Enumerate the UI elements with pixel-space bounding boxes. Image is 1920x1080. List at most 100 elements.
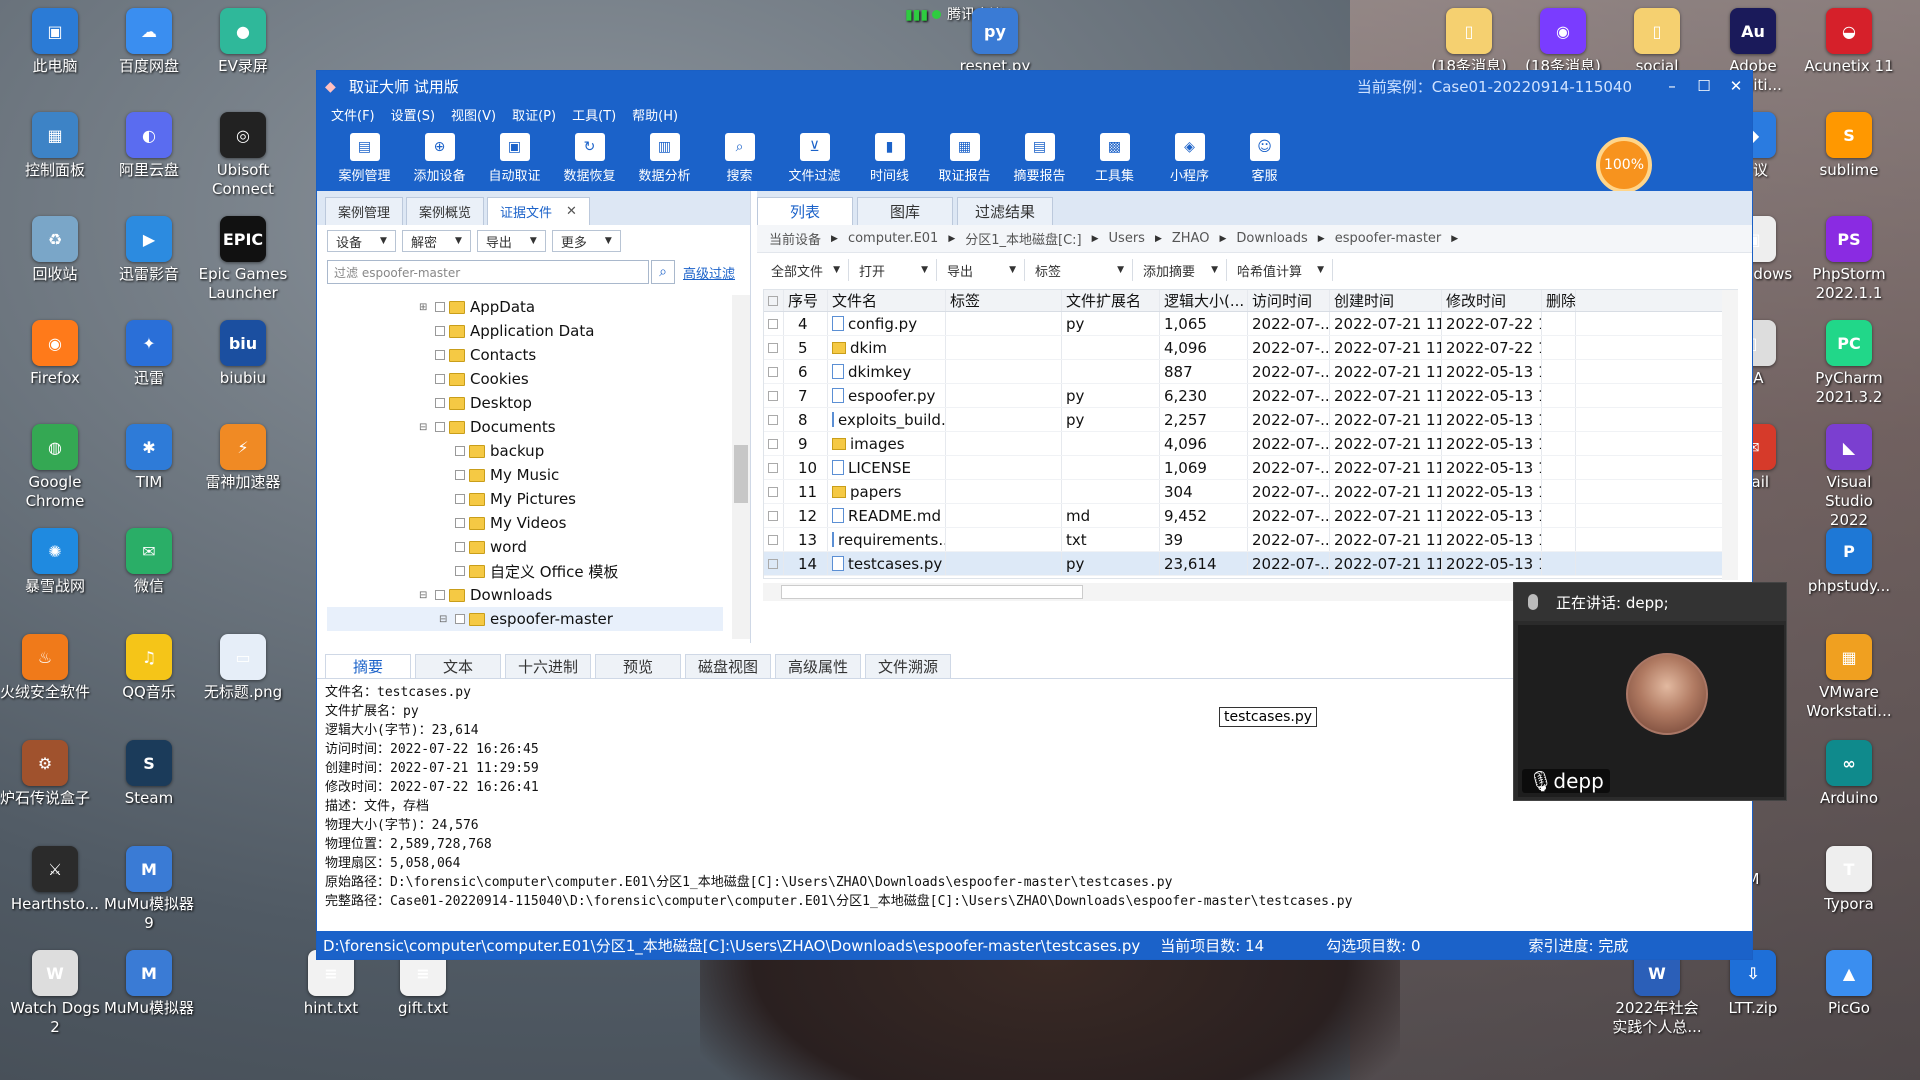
- tree-checkbox[interactable]: [435, 590, 445, 600]
- toolbar-button[interactable]: ▩ 工具集: [1077, 127, 1152, 184]
- desktop-icon[interactable]: ▦ 控制面板: [10, 112, 100, 180]
- export-dropdown[interactable]: 导出 ▼: [476, 230, 546, 252]
- column-header[interactable]: 文件扩展名: [1062, 290, 1160, 311]
- tree-node[interactable]: ⊟ Documents: [327, 415, 723, 439]
- table-vertical-scrollbar[interactable]: [1722, 290, 1738, 580]
- row-checkbox-cell[interactable]: [764, 480, 784, 503]
- column-header[interactable]: 逻辑大小(...: [1160, 290, 1248, 311]
- checkbox-icon[interactable]: [768, 558, 778, 569]
- desktop-icon[interactable]: ▯ social: [1612, 8, 1702, 76]
- menu-file[interactable]: 文件(F): [331, 105, 375, 124]
- tree-node[interactable]: 自定义 Office 模板: [327, 559, 723, 583]
- desktop-icon[interactable]: PC PyCharm 2021.3.2: [1804, 320, 1894, 407]
- tab-case-management[interactable]: 案例管理: [325, 197, 404, 225]
- column-header[interactable]: 访问时间: [1248, 290, 1330, 311]
- tree-checkbox[interactable]: [435, 422, 445, 432]
- table-row[interactable]: 8 exploits_build... py 2,257 2022-07-... 2022…: [764, 408, 1737, 432]
- detail-tab[interactable]: 文本: [415, 654, 501, 678]
- desktop-icon[interactable]: ◐ 阿里云盘: [104, 112, 194, 180]
- tree-checkbox[interactable]: [435, 374, 445, 384]
- file-action-dropdown[interactable]: 标签 ▼: [1027, 259, 1133, 281]
- desktop-icon[interactable]: ♨ 火绒安全软件: [0, 634, 90, 702]
- file-action-dropdown[interactable]: 全部文件 ▼: [763, 259, 849, 281]
- toolbar-button[interactable]: ▮ 时间线: [852, 127, 927, 184]
- tree-node[interactable]: ⊟ espoofer-master: [327, 607, 723, 631]
- desktop-icon[interactable]: ⚡ 雷神加速器: [198, 424, 288, 492]
- tree-checkbox[interactable]: [455, 614, 465, 624]
- toolbar-button[interactable]: ▣ 自动取证: [477, 127, 552, 184]
- tree-checkbox[interactable]: [455, 470, 465, 480]
- toolbar-button[interactable]: ▦ 取证报告: [927, 127, 1002, 184]
- table-row[interactable]: 9 images 4,096 2022-07-...2022-07-21 11:...…: [764, 432, 1737, 456]
- column-header[interactable]: 删除: [1542, 290, 1576, 311]
- detail-tab[interactable]: 十六进制: [505, 654, 591, 678]
- tree-checkbox[interactable]: [455, 446, 465, 456]
- desktop-icon[interactable]: EPIC Epic Games Launcher: [198, 216, 288, 303]
- desktop-icon[interactable]: PS PhpStorm 2022.1.1: [1804, 216, 1894, 303]
- breadcrumb-item[interactable]: 当前设备: [769, 229, 821, 248]
- desktop-icon[interactable]: Pphpstudy...: [1804, 528, 1894, 596]
- meeting-floating-window[interactable]: 正在讲话: depp; 🎙depp: [1513, 582, 1787, 801]
- desktop-icon[interactable]: ✺ 暴雪战网: [10, 528, 100, 596]
- toolbar-button[interactable]: ▤ 摘要报告: [1002, 127, 1077, 184]
- expand-icon[interactable]: ⊟: [419, 422, 431, 433]
- tree-checkbox[interactable]: [435, 398, 445, 408]
- more-dropdown[interactable]: 更多 ▼: [551, 230, 621, 252]
- desktop-icon[interactable]: M MuMu模拟器: [104, 950, 194, 1018]
- table-row[interactable]: 7 espoofer.py py 6,230 2022-07-... 2022-07-21…: [764, 384, 1737, 408]
- table-row[interactable]: 10 LICENSE 1,069 2022-07-...2022-07-21 11:.…: [764, 456, 1737, 480]
- row-checkbox-cell[interactable]: [764, 336, 784, 359]
- table-row[interactable]: 13 requirements.... txt 39 2022-07-... 2022-0…: [764, 528, 1737, 552]
- toolbar-button[interactable]: ▤ 案例管理: [327, 127, 402, 184]
- title-bar[interactable]: ◆ 取证大师 试用版 当前案例：Case01-20220914-115040 –…: [317, 71, 1752, 101]
- menu-settings[interactable]: 设置(S): [391, 105, 435, 124]
- tree-node[interactable]: ⊟ Downloads: [327, 583, 723, 607]
- expand-icon[interactable]: ⊟: [439, 614, 451, 625]
- menu-tools[interactable]: 工具(T): [572, 105, 616, 124]
- detail-tab[interactable]: 摘要: [325, 654, 411, 678]
- tree-checkbox[interactable]: [435, 302, 445, 312]
- filter-input[interactable]: 过滤 espoofer-master: [327, 260, 649, 284]
- row-checkbox-cell[interactable]: [764, 504, 784, 527]
- toolbar-button[interactable]: ⌕ 搜索: [702, 127, 777, 184]
- row-checkbox-cell[interactable]: [764, 456, 784, 479]
- tree-scrollbar[interactable]: [732, 295, 750, 639]
- tree-node[interactable]: My Music: [327, 463, 723, 487]
- detail-tab[interactable]: 预览: [595, 654, 681, 678]
- toolbar-button[interactable]: ◈ 小程序: [1152, 127, 1227, 184]
- select-all-checkbox[interactable]: [764, 290, 784, 311]
- detail-tab[interactable]: 磁盘视图: [685, 654, 771, 678]
- tree-node[interactable]: Contacts: [327, 343, 723, 367]
- close-button[interactable]: ✕: [1720, 77, 1752, 95]
- desktop-icon[interactable]: ◉ (18条消息): [1518, 8, 1608, 76]
- breadcrumb-item[interactable]: Users: [1109, 231, 1145, 246]
- tree-node[interactable]: backup: [327, 439, 723, 463]
- checkbox-icon[interactable]: [768, 486, 778, 497]
- desktop-icon[interactable]: ⚔ Hearthsto...: [10, 846, 100, 914]
- advanced-filter-link[interactable]: 高级过滤: [683, 263, 735, 282]
- desktop-icon[interactable]: ☁ 百度网盘: [104, 8, 194, 76]
- desktop-icon[interactable]: ◉ Firefox: [10, 320, 100, 388]
- desktop-icon[interactable]: ⚙ 炉石传说盒子: [0, 740, 90, 808]
- tree-checkbox[interactable]: [455, 518, 465, 528]
- column-header[interactable]: 序号: [784, 290, 828, 311]
- tab-case-overview[interactable]: 案例概览: [406, 197, 485, 225]
- file-action-dropdown[interactable]: 导出 ▼: [939, 259, 1025, 281]
- maximize-button[interactable]: ☐: [1688, 77, 1720, 95]
- row-checkbox-cell[interactable]: [764, 384, 784, 407]
- tab-filter-results[interactable]: 过滤结果: [957, 197, 1053, 225]
- decrypt-dropdown[interactable]: 解密 ▼: [401, 230, 471, 252]
- desktop-icon[interactable]: ▲ PicGo: [1804, 950, 1894, 1018]
- column-header[interactable]: 修改时间: [1442, 290, 1542, 311]
- row-checkbox-cell[interactable]: [764, 312, 784, 335]
- row-checkbox-cell[interactable]: [764, 528, 784, 551]
- table-row[interactable]: 14 testcases.py py 23,614 2022-07-... 2022-07…: [764, 552, 1737, 576]
- breadcrumb-item[interactable]: Downloads: [1236, 231, 1307, 246]
- tree-checkbox[interactable]: [435, 326, 445, 336]
- desktop-icon[interactable]: ≡ gift.txt: [378, 950, 468, 1018]
- tree-checkbox[interactable]: [455, 542, 465, 552]
- table-row[interactable]: 11 papers 304 2022-07-...2022-07-21 11:... 2…: [764, 480, 1737, 504]
- detail-tab[interactable]: 文件溯源: [865, 654, 951, 678]
- desktop-icon[interactable]: T Typora: [1804, 846, 1894, 914]
- tree-checkbox[interactable]: [435, 350, 445, 360]
